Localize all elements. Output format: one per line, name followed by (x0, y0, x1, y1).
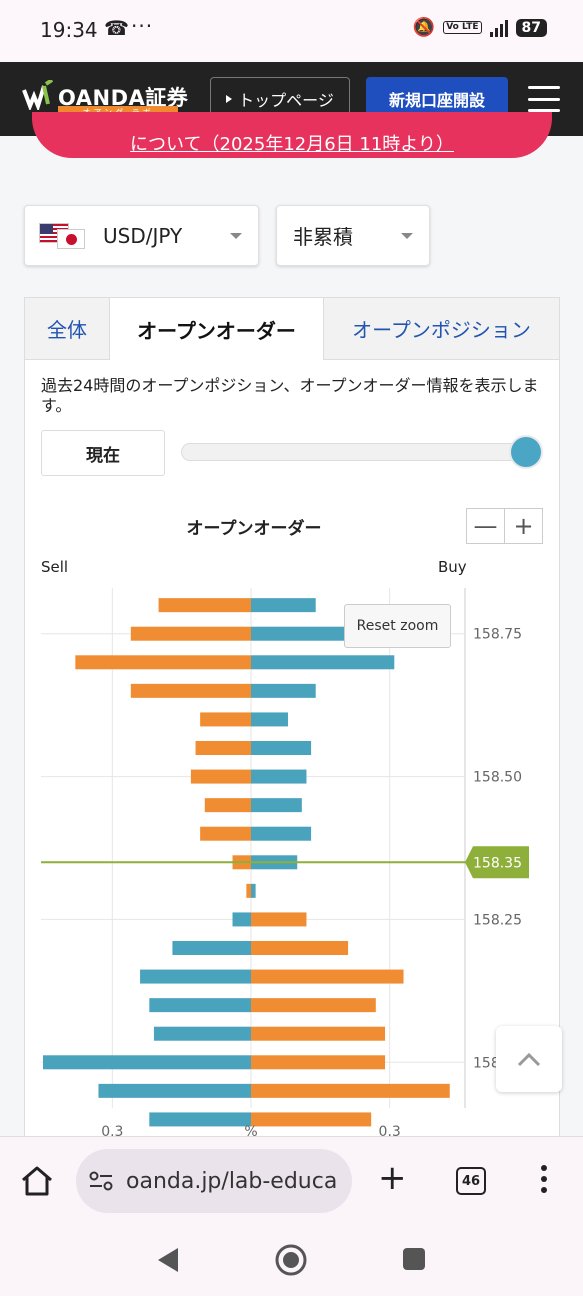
home-circle-icon[interactable] (274, 1243, 308, 1277)
status-bar: 19:34 ☎ ··· 🔕 Vo LTE 87 (0, 0, 583, 62)
sell-bar (130, 683, 251, 698)
y-tick-label: 158.25 (473, 912, 522, 928)
tab-all[interactable]: 全体 (25, 298, 110, 360)
time-slider-track[interactable] (181, 443, 541, 461)
reset-zoom-button[interactable]: Reset zoom (344, 604, 451, 648)
buy-bar (251, 741, 312, 755)
mute-icon: 🔕 (412, 17, 436, 38)
y-tick-label: 158.75 (473, 627, 522, 643)
usd-jpy-flags-icon (39, 222, 87, 249)
chevron-down-icon (401, 232, 413, 239)
order-book-panel: 全体 オープンオーダー オープンポジション 過去24時間のオープンポジション、オ… (24, 297, 560, 1138)
sell-bar (43, 1055, 251, 1070)
play-arrow-icon (226, 95, 233, 103)
browser-toolbar: oanda.jp/lab-educa + 46 (0, 1136, 583, 1226)
notice-banner-link[interactable]: について（2025年12月6日 11時より） (32, 130, 552, 156)
now-button[interactable]: 現在 (41, 430, 165, 476)
buy-bar (251, 626, 358, 641)
sell-bar (232, 912, 251, 927)
hamburger-menu-icon[interactable] (528, 86, 560, 112)
notification-dots: ··· (131, 14, 154, 38)
tab-open-order[interactable]: オープンオーダー (110, 298, 324, 360)
sell-bar (75, 655, 251, 670)
order-book-chart-svg[interactable]: 158.75158.50158.25158.00158.350.3%0.3 (25, 578, 559, 1138)
buy-bar (251, 912, 307, 927)
buy-bar (251, 598, 316, 613)
chart-title: オープンオーダー (186, 519, 322, 539)
buy-bar (251, 798, 302, 813)
mode-value: 非累積 (293, 225, 353, 249)
y-tick-label: 158.50 (473, 770, 522, 786)
recents-icon[interactable] (402, 1247, 426, 1271)
more-menu-icon[interactable] (541, 1165, 547, 1193)
tab-switcher-button[interactable]: 46 (456, 1167, 486, 1195)
home-icon[interactable] (20, 1165, 54, 1197)
panel-description: 過去24時間のオープンポジション、オープンオーダー情報を表示します。 (41, 376, 539, 415)
address-bar[interactable]: oanda.jp/lab-educa (76, 1149, 352, 1213)
buy-bar (251, 1083, 450, 1098)
system-nav-bar (0, 1226, 583, 1296)
sell-bar (153, 1026, 251, 1041)
new-tab-icon[interactable]: + (378, 1161, 407, 1195)
sell-bar (149, 998, 251, 1013)
sell-label: Sell (41, 558, 69, 576)
signal-icon (489, 19, 508, 37)
current-price-label: 158.35 (473, 855, 522, 871)
sell-bar (246, 883, 251, 898)
chevron-up-icon (517, 1052, 541, 1067)
sell-bar (130, 626, 251, 641)
buy-bar (251, 1112, 372, 1127)
sell-bar (200, 826, 251, 841)
buy-bar (251, 769, 307, 784)
buy-bar (251, 683, 316, 698)
top-page-label: トップページ (238, 91, 334, 110)
chevron-down-icon (230, 232, 242, 239)
tab-open-position[interactable]: オープンポジション (324, 298, 559, 360)
scroll-to-top-button[interactable] (496, 1026, 562, 1092)
sell-bar (195, 741, 251, 755)
volte-icon: Vo LTE (443, 21, 482, 34)
buy-bar (251, 655, 395, 670)
cumulative-mode-select[interactable]: 非累積 (276, 205, 430, 266)
currency-pair-value: USD/JPY (103, 223, 183, 248)
battery-indicator: 87 (515, 18, 547, 37)
sell-bar (204, 798, 251, 813)
open-order-chart: オープンオーダー — + Sell Buy 158.75 158.50 158.25… (25, 498, 559, 1138)
missed-call-icon: ☎ (104, 16, 129, 40)
status-indicators: 🔕 Vo LTE 87 (413, 17, 547, 38)
sell-bar (158, 598, 251, 613)
buy-bar (251, 1055, 386, 1070)
notice-banner[interactable]: について（2025年12月6日 11時より） (32, 112, 552, 158)
status-time: 19:34 (40, 18, 98, 42)
currency-pair-select[interactable]: USD/JPY (24, 205, 259, 266)
buy-bar (251, 969, 404, 984)
buy-label: Buy (438, 558, 467, 576)
panel-tabs: 全体 オープンオーダー オープンポジション (25, 298, 559, 360)
url-text[interactable]: oanda.jp/lab-educa (126, 1169, 337, 1194)
buy-bar (251, 826, 312, 841)
buy-bar (251, 1026, 386, 1041)
sell-bar (140, 969, 251, 984)
buy-bar (251, 712, 288, 727)
sell-bar (190, 769, 251, 784)
zoom-out-button[interactable]: — (467, 509, 504, 543)
sell-bar (149, 1112, 251, 1127)
sell-bar (98, 1083, 251, 1098)
zoom-control: — + (466, 508, 543, 544)
sell-bar (172, 941, 251, 955)
site-settings-icon[interactable] (88, 1170, 114, 1192)
back-icon[interactable] (156, 1246, 180, 1274)
oanda-logo-icon (22, 80, 54, 110)
time-slider-thumb[interactable] (509, 435, 543, 469)
zoom-in-button[interactable]: + (504, 509, 542, 543)
buy-bar (251, 883, 256, 898)
buy-bar (251, 998, 376, 1013)
sell-bar (200, 712, 251, 727)
buy-bar (251, 941, 349, 955)
